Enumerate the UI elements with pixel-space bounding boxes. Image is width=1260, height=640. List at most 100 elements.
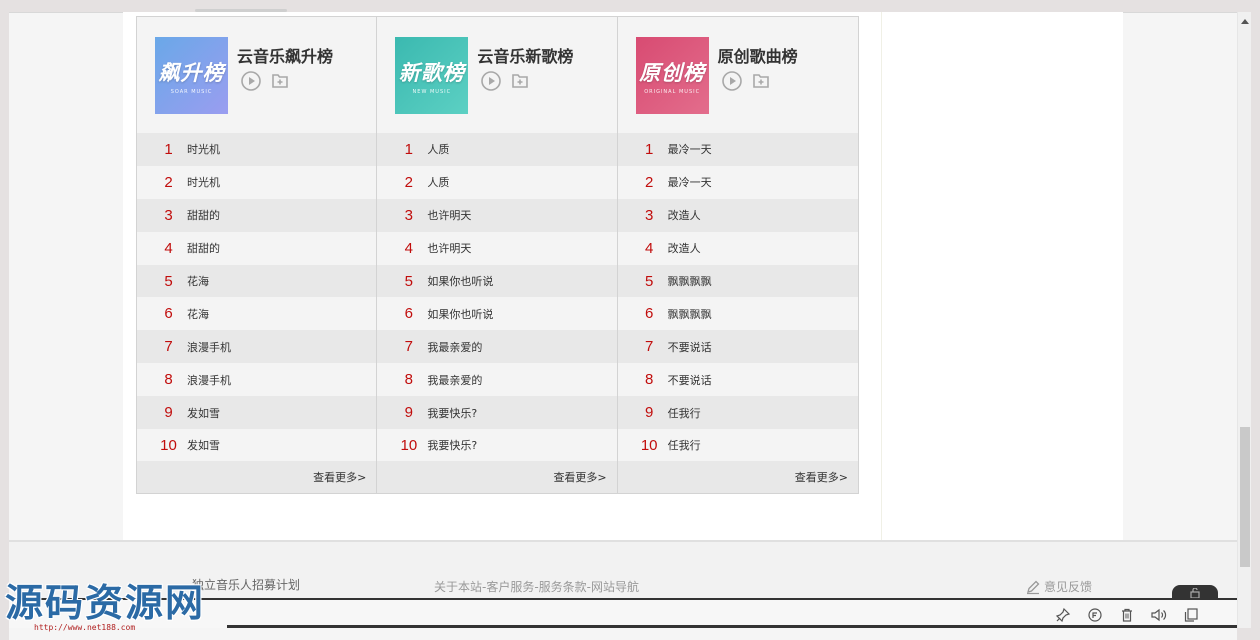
recruit-link[interactable]: 独立音乐人招募计划 [192, 576, 300, 593]
rank-number: 7 [164, 338, 173, 356]
pencil-icon [1027, 580, 1040, 594]
toplist-column-original: 原创榜 ORIGINAL MUSIC 原创歌曲榜 1 最冷一天 2 最冷一天 3 改造… [617, 17, 858, 493]
add-to-playlist-icon[interactable] [510, 71, 530, 91]
list-item: 4 甜甜的 [137, 231, 377, 265]
song-title[interactable]: 改造人 [668, 240, 701, 256]
song-title[interactable]: 我要快乐? [427, 437, 477, 453]
song-title[interactable]: 任我行 [668, 405, 701, 421]
rank-number: 3 [164, 206, 173, 224]
cover-title: 飙升榜 [158, 60, 225, 85]
list-item: 9 我要快乐? [377, 396, 617, 430]
list-item: 3 也许明天 [377, 198, 617, 232]
more-row: 查看更多> [377, 461, 617, 493]
song-title[interactable]: 也许明天 [427, 207, 471, 223]
toplist-title[interactable]: 云音乐新歌榜 [477, 43, 573, 67]
list-item: 10 我要快乐? [377, 429, 617, 462]
song-title[interactable]: 不要说话 [668, 372, 712, 388]
toplist-cover[interactable]: 新歌榜 NEW MUSIC [395, 37, 469, 114]
song-title[interactable]: 改造人 [668, 207, 701, 223]
list-item: 1 时光机 [137, 133, 377, 166]
song-title[interactable]: 时光机 [187, 141, 220, 157]
song-title[interactable]: 浪漫手机 [187, 372, 231, 388]
song-title[interactable]: 最冷一天 [668, 141, 712, 157]
song-title[interactable]: 任我行 [668, 437, 701, 453]
song-title[interactable]: 我最亲爱的 [427, 339, 482, 355]
song-list: 1 最冷一天 2 最冷一天 3 改造人 4 改造人 5 飘飘飘飘 6 飘飘飘飘 7 不要说话 … [617, 133, 858, 462]
rank-number: 2 [164, 173, 173, 191]
toplist-container: 飙升榜 SOAR MUSIC 云音乐飙升榜 1 时光机 2 时光机 3 甜甜的 4甜 [136, 16, 859, 494]
rank-number: 10 [400, 436, 418, 454]
list-item: 2 人质 [377, 165, 617, 199]
song-title[interactable]: 花海 [187, 306, 209, 322]
song-title[interactable]: 人质 [427, 141, 449, 157]
list-item: 8 不要说话 [617, 363, 858, 397]
song-title[interactable]: 如果你也听说 [427, 306, 493, 322]
list-item: 4 也许明天 [377, 231, 617, 265]
cover-title: 原创榜 [639, 60, 706, 85]
list-item: 6 花海 [137, 297, 377, 331]
toplist-actions [721, 71, 771, 91]
song-list: 1 人质 2 人质 3 也许明天 4 也许明天 5 如果你也听说 6 如果你也听说 7 我最亲… [377, 133, 617, 462]
view-more-link[interactable]: 查看更多> [553, 469, 606, 485]
rank-number: 10 [640, 436, 658, 454]
rank-number: 10 [160, 436, 177, 454]
toplist-title[interactable]: 云音乐飙升榜 [237, 43, 333, 67]
toplist-header: 原创榜 ORIGINAL MUSIC 原创歌曲榜 [618, 17, 858, 133]
play-icon[interactable] [721, 71, 742, 91]
toplist-cover[interactable]: 原创榜 ORIGINAL MUSIC [635, 37, 709, 114]
player-progress-track [227, 625, 1237, 628]
play-icon[interactable] [241, 71, 261, 91]
cover-title: 新歌榜 [398, 60, 465, 85]
more-row: 查看更多> [137, 461, 377, 493]
rank-number: 1 [164, 140, 173, 158]
song-title[interactable]: 时光机 [187, 174, 220, 190]
list-item: 8 我最亲爱的 [377, 363, 617, 397]
play-icon[interactable] [481, 71, 502, 91]
list-item: 6 飘飘飘飘 [617, 297, 858, 331]
toplist-title[interactable]: 原创歌曲榜 [718, 43, 798, 67]
song-title[interactable]: 发如雪 [187, 437, 220, 453]
view-more-link[interactable]: 查看更多> [313, 469, 366, 485]
song-title[interactable]: 最冷一天 [668, 174, 712, 190]
scrollbar-thumb[interactable] [1240, 427, 1250, 567]
toplist-cover[interactable]: 飙升榜 SOAR MUSIC [155, 37, 228, 114]
rank-number: 8 [164, 371, 173, 389]
add-to-playlist-icon[interactable] [270, 71, 290, 91]
footer-links[interactable]: 关于本站-客户服务-服务条款-网站导航 [434, 578, 639, 595]
song-title[interactable]: 浪漫手机 [187, 339, 231, 355]
song-title[interactable]: 我要快乐? [427, 405, 477, 421]
pin-icon[interactable] [1053, 606, 1073, 624]
rank-number: 1 [644, 140, 654, 158]
more-row: 查看更多> [617, 461, 858, 493]
song-title[interactable]: 人质 [427, 174, 449, 190]
list-item: 10 任我行 [617, 429, 858, 462]
rank-number: 8 [644, 371, 654, 389]
list-item: 8 浪漫手机 [137, 363, 377, 397]
share-icon[interactable] [1085, 606, 1105, 624]
trash-icon[interactable] [1117, 606, 1137, 624]
song-title[interactable]: 不要说话 [668, 339, 712, 355]
rank-number: 1 [404, 140, 413, 158]
list-item: 1 最冷一天 [617, 133, 858, 166]
rank-number: 5 [164, 272, 173, 290]
scrollbar[interactable] [1237, 12, 1251, 628]
song-title[interactable]: 我最亲爱的 [427, 372, 482, 388]
song-title[interactable]: 飘飘飘飘 [668, 306, 712, 322]
song-title[interactable]: 花海 [187, 273, 209, 289]
rank-number: 5 [404, 272, 413, 290]
scroll-up-arrow-icon[interactable] [1238, 14, 1252, 28]
feedback-button[interactable]: 意见反馈 [1025, 578, 1092, 595]
playlist-icon[interactable] [1181, 606, 1201, 624]
add-to-playlist-icon[interactable] [751, 71, 771, 91]
song-title[interactable]: 也许明天 [427, 240, 471, 256]
song-title[interactable]: 如果你也听说 [427, 273, 493, 289]
rank-number: 9 [404, 404, 413, 422]
song-title[interactable]: 甜甜的 [187, 207, 220, 223]
song-title[interactable]: 发如雪 [187, 405, 220, 421]
list-item: 2 最冷一天 [617, 165, 858, 199]
song-title[interactable]: 甜甜的 [187, 240, 220, 256]
song-title[interactable]: 飘飘飘飘 [668, 273, 712, 289]
view-more-link[interactable]: 查看更多> [795, 469, 848, 485]
volume-icon[interactable] [1149, 606, 1169, 624]
toplist-header: 新歌榜 NEW MUSIC 云音乐新歌榜 [377, 17, 616, 133]
